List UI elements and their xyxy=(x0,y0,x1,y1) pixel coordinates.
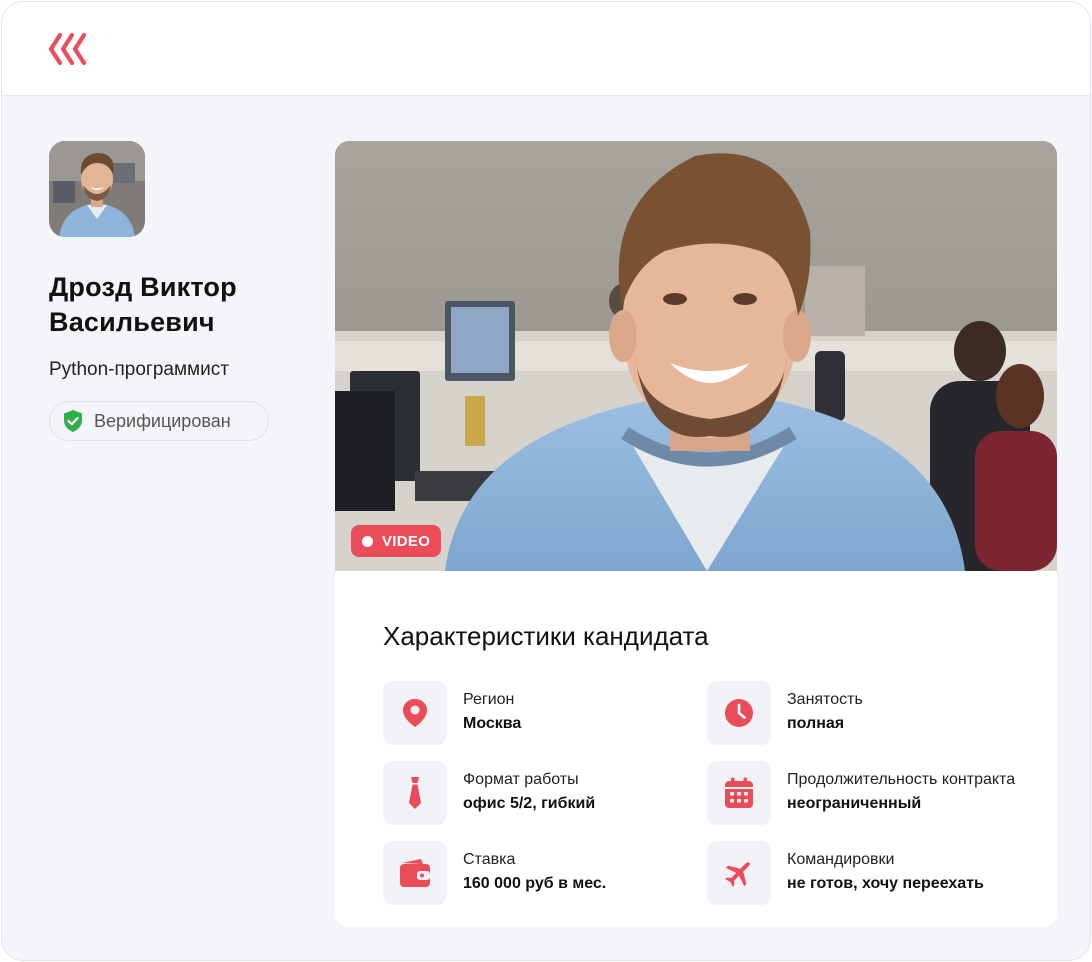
top-bar xyxy=(2,2,1090,96)
candidate-position: Python-программист xyxy=(49,359,229,380)
airplane-icon xyxy=(725,862,750,887)
location-pin-icon xyxy=(403,699,427,727)
attribute-employment: Занятость полная xyxy=(707,681,1037,745)
candidate-card: VIDEO Характеристики кандидата Регион Мо… xyxy=(335,141,1057,927)
candidate-name: Дрозд Виктор Васильевич xyxy=(49,272,237,337)
section-title: Характеристики кандидата xyxy=(383,621,709,651)
attribute-business-trips: Командировки не готов, хочу переехать xyxy=(707,841,1037,905)
verified-label: Верифицирован xyxy=(94,410,231,431)
attribute-label: Ставка xyxy=(463,851,516,868)
attribute-value: Москва xyxy=(463,715,522,732)
record-dot-icon xyxy=(362,535,373,547)
attribute-contract-duration: Продолжительность контракта неограниченн… xyxy=(707,761,1037,825)
triple-chevron-left-icon[interactable] xyxy=(48,32,90,66)
attribute-region: Регион Москва xyxy=(383,681,713,745)
attribute-label: Занятость xyxy=(787,691,863,708)
attribute-value: полная xyxy=(787,715,845,732)
attribute-label: Продолжительность контракта xyxy=(787,771,1016,788)
shield-check-icon xyxy=(64,410,82,432)
attribute-value: 160 000 руб в мес. xyxy=(463,875,607,892)
wallet-icon xyxy=(400,859,430,887)
avatar[interactable] xyxy=(49,141,145,237)
attribute-label: Формат работы xyxy=(463,771,579,788)
video-badge[interactable]: VIDEO xyxy=(351,525,441,557)
clock-icon xyxy=(725,699,753,727)
attribute-label: Командировки xyxy=(787,851,895,868)
tie-icon xyxy=(409,777,421,809)
candidate-video-preview[interactable] xyxy=(335,141,1057,571)
video-badge-label: VIDEO xyxy=(382,532,431,550)
attribute-rate: Ставка 160 000 руб в мес. xyxy=(383,841,713,905)
app-window: Дрозд Виктор Васильевич Python-программи… xyxy=(1,1,1091,961)
attribute-work-format: Формат работы офис 5/2, гибкий xyxy=(383,761,713,825)
attribute-value: офис 5/2, гибкий xyxy=(463,795,596,812)
attribute-value: не готов, хочу переехать xyxy=(787,875,984,892)
attribute-label: Регион xyxy=(463,691,515,708)
calendar-icon xyxy=(725,777,753,808)
verified-badge: Верифицирован xyxy=(49,401,269,441)
attribute-value: неограниченный xyxy=(787,795,922,812)
